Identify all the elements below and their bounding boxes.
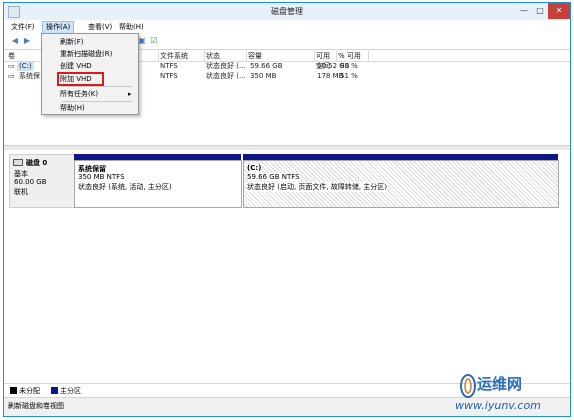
submenu-arrow-icon: ▸ <box>128 90 132 98</box>
drive-icon: ▭ <box>8 72 15 80</box>
forward-arrow-icon[interactable]: ▶ <box>22 36 32 46</box>
menu-item-refresh[interactable]: 刷新(F) <box>44 36 134 48</box>
menu-file[interactable]: 文件(F) <box>8 22 38 33</box>
menu-view[interactable]: 查看(V) <box>85 22 115 33</box>
window-title: 磁盘管理 <box>271 7 303 16</box>
menu-help[interactable]: 帮助(H) <box>116 22 147 33</box>
status: 状态良好 (... <box>206 72 246 80</box>
menu-item-help[interactable]: 帮助(H) <box>44 102 134 114</box>
menu-separator <box>62 86 132 87</box>
hard-disk-icon <box>13 159 23 166</box>
watermark-text: 运维网 <box>477 375 523 393</box>
maximize-button[interactable]: □ <box>532 3 548 19</box>
capacity: 59.66 GB <box>250 62 283 70</box>
title-bar: 磁盘管理 — □ ✕ <box>4 3 570 20</box>
disk-info-panel[interactable]: 磁盘 0 基本 60.00 GB 联机 <box>9 154 75 208</box>
column-header-status[interactable]: 状态 <box>204 51 247 61</box>
minimize-button[interactable]: — <box>516 3 532 19</box>
partition-status: 状态良好 (系统, 活动, 主分区) <box>78 183 172 191</box>
filesystem: NTFS <box>160 72 178 80</box>
highlight-box <box>57 72 104 86</box>
percent-free: 85 % <box>340 62 358 70</box>
partition-system-reserved[interactable]: 系统保留 350 MB NTFS 状态良好 (系统, 活动, 主分区) <box>74 160 242 208</box>
disk-name: 磁盘 0 <box>26 159 48 167</box>
drive-icon: ▭ <box>8 62 15 70</box>
watermark-logo-icon <box>460 374 476 398</box>
column-header-free-space[interactable]: 可用空间 <box>314 51 337 70</box>
legend-label-unallocated: 未分配 <box>19 387 40 395</box>
status: 状态良好 (... <box>206 62 246 70</box>
partition-c[interactable]: (C:) 59.66 GB NTFS 状态良好 (启动, 页面文件, 故障转储,… <box>243 160 559 208</box>
menu-item-create-vhd[interactable]: 创建 VHD <box>44 60 134 72</box>
disk-status: 联机 <box>14 188 28 196</box>
menu-item-all-tasks[interactable]: 所有任务(K) <box>44 88 134 100</box>
action-menu-dropdown: 刷新(F) 重新扫描磁盘(R) 创建 VHD 附加 VHD 所有任务(K) ▸ … <box>41 33 139 115</box>
help-check-icon[interactable]: ☑ <box>149 36 159 46</box>
column-header-filesystem[interactable]: 文件系统 <box>158 51 205 61</box>
legend-swatch-primary <box>51 387 58 394</box>
disk-size: 60.00 GB <box>14 178 47 186</box>
partition-size: 350 MB NTFS <box>78 173 125 181</box>
disk-graphical-view: 磁盘 0 基本 60.00 GB 联机 系统保留 350 MB NTFS 状态良… <box>4 150 570 382</box>
close-button[interactable]: ✕ <box>548 3 570 19</box>
volume-name: (C:) <box>17 62 34 71</box>
legend-swatch-unallocated <box>10 387 17 394</box>
status-text: 刷新磁盘和卷视图 <box>8 402 64 410</box>
column-header-percent-free[interactable]: % 可用 <box>336 51 369 61</box>
partition-status: 状态良好 (启动, 页面文件, 故障转储, 主分区) <box>247 182 388 192</box>
partition-size: 59.66 GB NTFS <box>247 173 300 181</box>
partition-name: (C:) <box>247 164 262 172</box>
filesystem: NTFS <box>160 62 178 70</box>
capacity: 350 MB <box>250 72 277 80</box>
watermark: 运维网 www.iyunv.com <box>455 373 573 419</box>
legend-label-primary: 主分区 <box>60 387 81 395</box>
column-header-capacity[interactable]: 容量 <box>246 51 315 61</box>
disk-management-window: 磁盘管理 — □ ✕ 文件(F) 操作(A) 查看(V) 帮助(H) ◀ ▶ ▣… <box>3 2 571 417</box>
watermark-url: www.iyunv.com <box>455 399 541 412</box>
menu-item-rescan-disks[interactable]: 重新扫描磁盘(R) <box>44 48 134 60</box>
back-arrow-icon[interactable]: ◀ <box>10 36 20 46</box>
percent-free: 51 % <box>340 72 358 80</box>
